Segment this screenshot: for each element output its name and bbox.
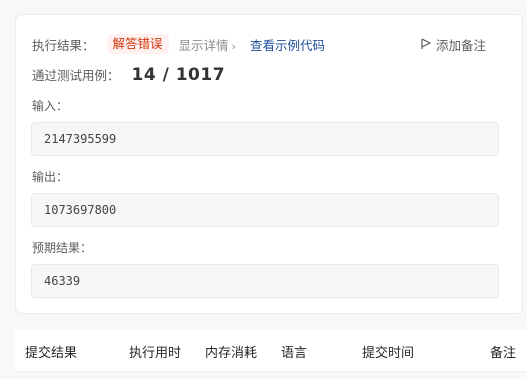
- column-header-note[interactable]: 备注: [490, 330, 516, 372]
- flag-icon: [421, 38, 431, 49]
- show-details-link[interactable]: 显示详情 ›: [179, 35, 236, 54]
- input-label: 输入：: [32, 99, 69, 113]
- chevron-right-icon: ›: [231, 39, 236, 53]
- expected-label: 预期结果：: [32, 241, 93, 255]
- output-value-box: 1073697800: [31, 193, 499, 227]
- add-note-button[interactable]: 添加备注: [421, 34, 486, 54]
- column-header-result[interactable]: 提交结果: [25, 330, 77, 372]
- submissions-table-header: 提交结果 执行用时 内存消耗 语言 提交时间 备注: [15, 330, 527, 372]
- output-value: 1073697800: [44, 203, 117, 217]
- show-details-label: 显示详情: [178, 37, 229, 53]
- add-note-label: 添加备注: [435, 37, 486, 53]
- column-header-runtime[interactable]: 执行用时: [129, 330, 181, 372]
- status-badge: 解答错误: [106, 34, 169, 54]
- result-label: 执行结果：: [32, 37, 95, 53]
- column-header-submit-time[interactable]: 提交时间: [362, 330, 414, 372]
- view-example-code-link[interactable]: 查看示例代码: [250, 35, 325, 54]
- input-value: 2147395599: [44, 132, 117, 146]
- submission-result-card: 执行结果： 解答错误 显示详情 › 查看示例代码 添加备注 通过测试用例： 14 …: [15, 14, 523, 314]
- column-header-language[interactable]: 语言: [281, 330, 307, 372]
- passed-cases-row: 通过测试用例： 14 / 1017: [32, 65, 225, 85]
- expected-value: 46339: [44, 274, 81, 288]
- output-label: 输出：: [32, 170, 69, 184]
- passed-cases-label: 通过测试用例：: [32, 68, 120, 83]
- column-header-memory[interactable]: 内存消耗: [205, 330, 257, 372]
- result-row: 执行结果： 解答错误 显示详情 › 查看示例代码: [32, 34, 325, 54]
- passed-cases-count: 14 / 1017: [131, 65, 226, 85]
- input-value-box: 2147395599: [31, 122, 499, 156]
- expected-value-box: 46339: [31, 264, 499, 298]
